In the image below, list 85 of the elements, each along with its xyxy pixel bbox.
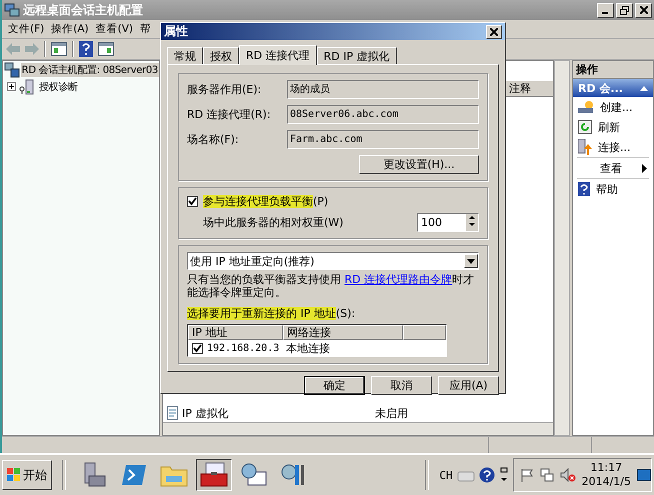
close-button[interactable] (486, 24, 502, 38)
windows-logo-icon (7, 468, 21, 482)
collapse-icon[interactable] (640, 86, 648, 90)
horizontal-scrollbar[interactable] (163, 422, 553, 435)
computers-icon (4, 2, 20, 18)
tab[interactable]: 授权 (203, 47, 239, 64)
computers-icon (4, 62, 20, 78)
tree-item[interactable]: RD 会话主机配置: 08Server03 (20, 62, 159, 76)
number-spinner[interactable]: 100 (417, 213, 479, 232)
action-item[interactable]: 连接... (598, 140, 630, 154)
toolbox-icon (200, 462, 228, 488)
action-item[interactable]: 帮助 (596, 182, 618, 196)
menu-item[interactable]: 文件(F) (8, 22, 44, 36)
field-label: 服务器作用(E): (187, 82, 262, 97)
section-header[interactable]: RD 会... (573, 79, 653, 97)
close-icon (640, 6, 648, 14)
dialog-button[interactable]: 应用(A) (438, 376, 499, 395)
note-text: 只有当您的负载平衡器支持使用 RD 连接代理路由令牌时才能选择令牌重定向。 (187, 273, 476, 299)
clock-date[interactable]: 2014/1/5 (582, 475, 631, 489)
menu-item[interactable]: 帮 (140, 22, 152, 36)
pane-title: 操作 (573, 61, 653, 79)
dialog-title: 属性 (164, 23, 188, 40)
read-only-field: 08Server06.abc.com (287, 105, 479, 124)
help-icon (578, 182, 590, 196)
tab[interactable]: RD IP 虚拟化 (316, 47, 397, 64)
list-label: 选择要用于重新连接的 IP 地址(S): (187, 306, 356, 321)
vertical-scrollbar[interactable] (554, 60, 570, 436)
clock-time[interactable]: 11:17 (590, 461, 622, 475)
monitor-globe-icon (240, 462, 268, 488)
tab[interactable]: 常规 (167, 47, 203, 64)
window-switch-icon[interactable] (498, 467, 509, 483)
show-desktop-button[interactable] (637, 469, 651, 481)
document-icon (167, 406, 179, 420)
field-label: RD 连接代理(R): (187, 107, 272, 122)
close-button[interactable] (635, 2, 652, 18)
expand-icon[interactable] (7, 82, 16, 91)
help-icon[interactable] (478, 467, 495, 483)
field-label: 场名称(F): (187, 132, 240, 147)
flag-icon[interactable] (520, 468, 534, 482)
panel-icon[interactable] (98, 42, 114, 56)
speaker-muted-icon[interactable] (560, 468, 576, 482)
menu-item[interactable]: 操作(A) (51, 22, 89, 36)
dropdown-arrow-icon (467, 258, 475, 264)
panel-icon[interactable] (51, 42, 67, 56)
list-cell-text: IP 虚拟化 (182, 406, 230, 420)
sun-server-icon (578, 100, 594, 114)
checkmark-icon (193, 344, 202, 352)
taskbar-button[interactable] (196, 459, 232, 491)
tree-item[interactable]: 授权诊断 (38, 80, 79, 94)
column-header[interactable]: 网络连接 (283, 325, 403, 340)
action-item[interactable]: 创建... (600, 100, 632, 114)
action-item[interactable]: 刷新 (598, 120, 620, 134)
read-only-field: 场的成员 (287, 80, 479, 99)
table-cell: 192.168.20.3 (207, 342, 280, 354)
restore-icon (620, 6, 629, 14)
action-item[interactable]: 查看 (600, 160, 622, 176)
dialog-button[interactable]: 确定 (304, 376, 365, 395)
redirect-dropdown[interactable]: 使用 IP 地址重定向(推荐) (187, 252, 479, 270)
menu-item[interactable]: 查看(V) (96, 22, 134, 36)
column-header[interactable]: 注释 (509, 81, 531, 96)
refresh-icon (578, 120, 592, 134)
routing-token-link[interactable]: RD 连接代理路由令牌 (344, 273, 452, 286)
table-cell-text: 本地连接 (285, 340, 331, 356)
checkbox[interactable] (192, 342, 203, 354)
tab[interactable]: RD 连接代理 (239, 45, 317, 65)
restore-button[interactable] (616, 2, 633, 18)
window-title: 远程桌面会话主机配置 (23, 2, 143, 18)
start-button[interactable]: 开始 (2, 460, 52, 490)
minimize-button[interactable] (597, 2, 614, 18)
server-arrow-icon (578, 139, 592, 155)
field-label: 场中此服务器的相对权重(W) (203, 215, 344, 230)
network-icon[interactable] (540, 468, 554, 482)
checkmark-icon (188, 197, 197, 206)
read-only-field: Farm.abc.com (287, 130, 479, 149)
list-cell: 未启用 (375, 406, 408, 420)
submenu-arrow-icon (642, 164, 647, 172)
change-settings-button[interactable]: 更改设置(H)... (359, 155, 479, 174)
dialog-button[interactable]: 取消 (371, 376, 432, 395)
checkbox[interactable] (187, 196, 198, 207)
server-key-icon (19, 78, 35, 94)
help-icon[interactable] (79, 41, 93, 57)
close-icon (490, 28, 498, 36)
terminal-icon (121, 464, 147, 486)
column-header[interactable]: IP 地址 (188, 325, 283, 340)
language-indicator[interactable]: CH (439, 468, 453, 482)
